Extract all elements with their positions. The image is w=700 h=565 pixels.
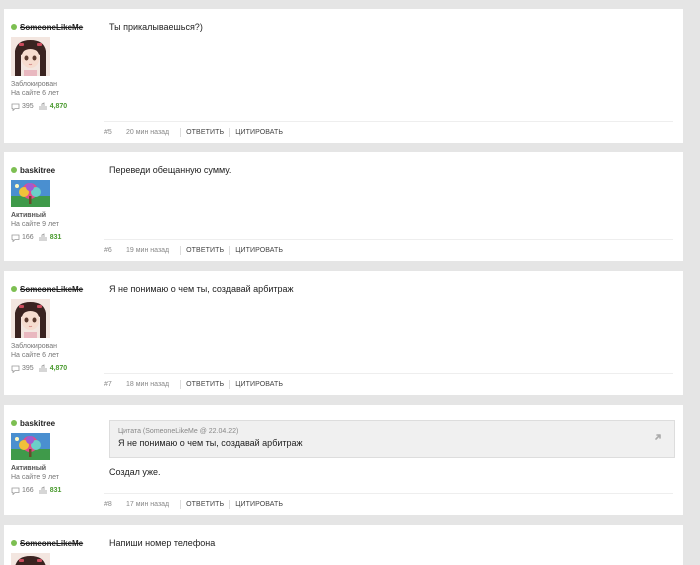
reply-button[interactable]: ОТВЕТИТЬ (186, 247, 224, 254)
post-7: SomeoneLikeMe Заблокирован На сайте 6 ле… (4, 271, 683, 395)
quote-header: Цитата (SomeoneLikeMe @ 22.04.22) (118, 428, 239, 435)
post-footer: #6 19 мин назад ОТВЕТИТЬ ЦИТИРОВАТЬ (104, 239, 673, 261)
online-indicator (11, 420, 17, 426)
post-8: baskitree Активный На сайте 9 лет 166 83… (4, 405, 683, 515)
post-count: 166 (22, 234, 34, 241)
post-content: Я не понимаю о чем ты, создавай арбитраж (109, 283, 673, 295)
user-status: Активный (11, 212, 47, 219)
post-content: Цитата (SomeoneLikeMe @ 22.04.22) Я не п… (109, 420, 675, 478)
post-count: 166 (22, 487, 34, 494)
post-footer: #7 18 мин назад ОТВЕТИТЬ ЦИТИРОВАТЬ (104, 373, 673, 395)
member-since: На сайте 6 лет (11, 352, 59, 359)
username[interactable]: SomeoneLikeMe (11, 283, 101, 295)
post-text: Переведи обещанную сумму. (109, 165, 232, 175)
avatar[interactable] (11, 180, 50, 207)
quote-text: Я не понимаю о чем ты, создавай арбитраж (118, 438, 303, 448)
post-number[interactable]: #8 (104, 501, 126, 508)
online-indicator (11, 24, 17, 30)
reputation-icon (39, 364, 47, 372)
post-number[interactable]: #6 (104, 247, 126, 254)
member-since: На сайте 9 лет (11, 221, 59, 228)
user-stats: 166 831 (11, 233, 101, 242)
user-status: Заблокирован (11, 81, 58, 88)
post-time: 18 мин назад (126, 381, 170, 388)
reputation: 831 (49, 234, 62, 241)
avatar[interactable] (11, 433, 50, 460)
reputation: 4,870 (49, 365, 68, 372)
reputation: 831 (49, 487, 62, 494)
avatar[interactable] (11, 553, 50, 565)
username[interactable]: SomeoneLikeMe (11, 21, 101, 33)
reply-button[interactable]: ОТВЕТИТЬ (186, 381, 224, 388)
user-stats: 166 831 (11, 486, 101, 495)
post-5: SomeoneLikeMe Заблокирован На сайте 6 ле… (4, 9, 683, 143)
user-status: Заблокирован (11, 343, 58, 350)
user-status: Активный (11, 465, 47, 472)
user-card: baskitree Активный На сайте 9 лет 166 83… (11, 164, 101, 242)
member-since: На сайте 9 лет (11, 474, 59, 481)
user-card: SomeoneLikeMe Заблокирован На сайте 6 ле… (11, 283, 101, 373)
user-card: baskitree Активный На сайте 9 лет 166 83… (11, 417, 101, 495)
avatar[interactable] (11, 299, 50, 338)
post-content: Переведи обещанную сумму. (109, 164, 673, 176)
username[interactable]: SomeoneLikeMe (11, 537, 101, 549)
username[interactable]: baskitree (11, 417, 101, 429)
user-stats: 395 4,870 (11, 364, 101, 373)
post-time: 20 мин назад (126, 129, 170, 136)
online-indicator (11, 167, 17, 173)
post-9: SomeoneLikeMe Напиши номер телефона (4, 525, 683, 565)
reply-button[interactable]: ОТВЕТИТЬ (186, 501, 224, 508)
quote-block: Цитата (SomeoneLikeMe @ 22.04.22) Я не п… (109, 420, 675, 458)
quote-button[interactable]: ЦИТИРОВАТЬ (235, 247, 283, 254)
quote-button[interactable]: ЦИТИРОВАТЬ (235, 381, 283, 388)
post-text: Напиши номер телефона (109, 538, 216, 548)
post-number[interactable]: #5 (104, 129, 126, 136)
online-indicator (11, 286, 17, 292)
online-indicator (11, 540, 17, 546)
post-text: Я не понимаю о чем ты, создавай арбитраж (109, 284, 294, 294)
post-count: 395 (22, 365, 34, 372)
post-content: Ты прикалываешься?) (109, 21, 673, 33)
comment-icon (11, 365, 20, 373)
post-text: Создал уже. (109, 467, 161, 477)
post-6: baskitree Активный На сайте 9 лет 166 83… (4, 152, 683, 261)
user-card: SomeoneLikeMe (11, 537, 101, 565)
quote-button[interactable]: ЦИТИРОВАТЬ (235, 501, 283, 508)
post-text: Ты прикалываешься?) (109, 22, 203, 32)
comment-icon (11, 234, 20, 242)
post-content: Напиши номер телефона (109, 537, 673, 549)
reputation: 4,870 (49, 103, 68, 110)
quote-button[interactable]: ЦИТИРОВАТЬ (235, 129, 283, 136)
avatar[interactable] (11, 37, 50, 76)
post-footer: #8 17 мин назад ОТВЕТИТЬ ЦИТИРОВАТЬ (104, 493, 673, 515)
user-stats: 395 4,870 (11, 102, 101, 111)
post-count: 395 (22, 103, 34, 110)
comment-icon (11, 487, 20, 495)
post-number[interactable]: #7 (104, 381, 126, 388)
post-time: 19 мин назад (126, 247, 170, 254)
user-card: SomeoneLikeMe Заблокирован На сайте 6 ле… (11, 21, 101, 111)
username[interactable]: baskitree (11, 164, 101, 176)
reputation-icon (39, 102, 47, 110)
reputation-icon (39, 486, 47, 494)
reply-button[interactable]: ОТВЕТИТЬ (186, 129, 224, 136)
post-time: 17 мин назад (126, 501, 170, 508)
comment-icon (11, 103, 20, 111)
jump-to-post-icon[interactable] (654, 431, 664, 441)
reputation-icon (39, 233, 47, 241)
member-since: На сайте 6 лет (11, 90, 59, 97)
post-footer: #5 20 мин назад ОТВЕТИТЬ ЦИТИРОВАТЬ (104, 121, 673, 143)
